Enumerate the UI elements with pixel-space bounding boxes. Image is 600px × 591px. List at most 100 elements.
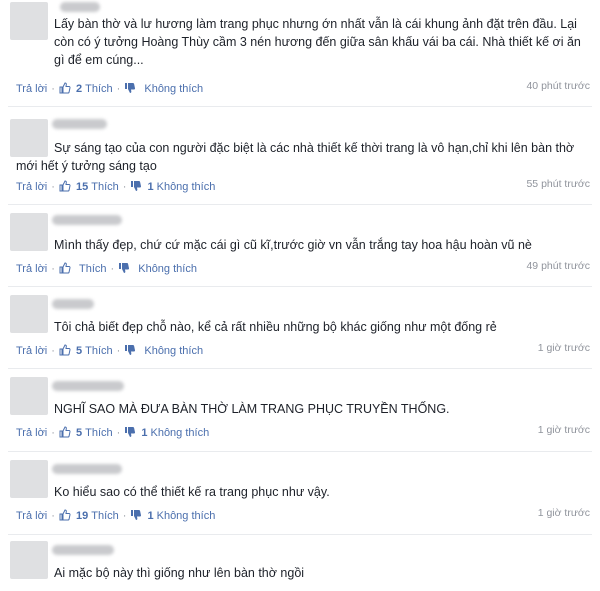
comment-item: Ko hiểu sao có thể thiết kế ra trang phụ…	[0, 452, 600, 534]
separator: ·	[122, 509, 127, 522]
author-name-redacted[interactable]	[52, 381, 124, 391]
reply-link[interactable]: Trả lời	[16, 181, 47, 193]
timestamp[interactable]: 55 phút trước	[526, 178, 590, 190]
reply-link[interactable]: Trả lời	[16, 345, 47, 357]
dislike-button[interactable]: 1 Không thích	[130, 509, 215, 522]
dislike-button[interactable]: Không thích	[124, 82, 203, 95]
dislike-button[interactable]: 1 Không thích	[124, 426, 209, 439]
timestamp[interactable]: 1 giờ trước	[538, 507, 590, 519]
author-name-redacted[interactable]	[60, 2, 100, 12]
separator: ·	[116, 82, 121, 95]
separator: ·	[51, 426, 55, 439]
author-name-redacted[interactable]	[52, 119, 107, 129]
reply-link[interactable]: Trả lời	[16, 510, 47, 522]
comment-actions: Trả lời · 15 Thích · 1 Không thích	[16, 180, 215, 193]
timestamp[interactable]: 49 phút trước	[526, 260, 590, 272]
like-count: 5	[75, 345, 83, 357]
avatar[interactable]	[10, 213, 48, 251]
like-count: 19	[75, 510, 89, 522]
separator: ·	[116, 426, 121, 439]
thumbs-up-icon	[59, 509, 71, 521]
author-name-redacted[interactable]	[52, 464, 122, 474]
thumbs-up-icon	[59, 82, 71, 94]
dislike-button[interactable]: 1 Không thích	[130, 180, 215, 193]
thumbs-down-icon	[125, 83, 136, 93]
dislike-label: Không thích	[156, 510, 216, 522]
separator: ·	[51, 82, 55, 95]
separator: ·	[51, 262, 55, 275]
timestamp[interactable]: 1 giờ trước	[538, 342, 590, 354]
comment-actions: Trả lời · 19 Thích · 1 Không thích	[16, 509, 215, 522]
author-name-redacted[interactable]	[52, 545, 114, 555]
thumbs-down-icon	[131, 181, 142, 191]
thumbs-down-icon	[131, 510, 142, 520]
like-button[interactable]: 5 Thích	[59, 344, 113, 357]
avatar[interactable]	[10, 541, 48, 579]
like-label: Thích	[91, 510, 119, 522]
like-button[interactable]: 19 Thích	[59, 509, 119, 522]
thumbs-down-icon	[125, 345, 136, 355]
reply-link[interactable]: Trả lời	[16, 263, 47, 275]
like-label: Thích	[85, 427, 113, 439]
like-button[interactable]: 15 Thích	[59, 180, 119, 193]
separator: ·	[116, 344, 121, 357]
timestamp[interactable]: 1 giờ trước	[538, 424, 590, 436]
comment-item: Tôi chả biết đẹp chỗ nào, kể cả rất nhiề…	[0, 287, 600, 367]
dislike-label: Không thích	[144, 83, 204, 95]
like-label: Thích	[78, 263, 107, 275]
dislike-button[interactable]: Không thích	[118, 262, 197, 275]
author-name-redacted[interactable]	[52, 215, 122, 225]
comment-text: Mình thấy đẹp, chứ cứ mặc cái gì cũ kĩ,t…	[54, 238, 532, 252]
thumbs-down-icon	[125, 427, 136, 437]
dislike-count: 1	[147, 181, 154, 193]
avatar[interactable]	[10, 460, 48, 498]
avatar[interactable]	[10, 377, 48, 415]
separator: ·	[110, 262, 115, 275]
dislike-label: Không thích	[138, 263, 197, 275]
like-count: 2	[75, 83, 83, 95]
like-button[interactable]: 5 Thích	[59, 426, 113, 439]
thumbs-up-icon	[59, 344, 71, 356]
comment-text: Sự sáng tạo của con người đặc biệt là cá…	[16, 141, 575, 173]
like-count: 5	[75, 427, 83, 439]
dislike-label: Không thích	[144, 345, 204, 357]
comment-actions: Trả lời · Thích · Không thích	[16, 262, 197, 275]
like-label: Thích	[85, 345, 113, 357]
comment-text: Ai mặc bộ này thì giống như lên bàn thờ …	[54, 566, 305, 580]
like-label: Thích	[91, 181, 119, 193]
comment-item: Mình thấy đẹp, chứ cứ mặc cái gì cũ kĩ,t…	[0, 205, 600, 285]
separator: ·	[122, 180, 127, 193]
separator: ·	[51, 180, 55, 193]
comment-text: Ko hiểu sao có thể thiết kế ra trang phụ…	[54, 485, 330, 499]
thumbs-up-icon	[59, 426, 71, 438]
comment-actions: Trả lời · 5 Thích · 1 Không thích	[16, 426, 209, 439]
comment-text: Tôi chả biết đẹp chỗ nào, kể cả rất nhiề…	[54, 320, 497, 334]
like-label: Thích	[85, 83, 113, 95]
dislike-label: Không thích	[156, 181, 216, 193]
timestamp[interactable]: 40 phút trước	[526, 80, 590, 92]
thumbs-up-icon	[59, 180, 71, 192]
separator: ·	[51, 344, 55, 357]
separator: ·	[51, 509, 55, 522]
dislike-label: Không thích	[150, 427, 210, 439]
comment-actions: Trả lời · 5 Thích · Không thích	[16, 344, 203, 357]
comment-item: NGHĨ SAO MÀ ĐƯA BÀN THỜ LÀM TRANG PHỤC T…	[0, 369, 600, 451]
like-button[interactable]: 2 Thích	[59, 82, 113, 95]
comment-item: Ai mặc bộ này thì giống như lên bàn thờ …	[0, 535, 600, 591]
avatar[interactable]	[10, 295, 48, 333]
dislike-button[interactable]: Không thích	[124, 344, 203, 357]
dislike-count: 1	[147, 510, 154, 522]
author-name-redacted[interactable]	[52, 299, 94, 309]
comment-text: NGHĨ SAO MÀ ĐƯA BÀN THỜ LÀM TRANG PHỤC T…	[54, 402, 450, 416]
like-count: 15	[75, 181, 89, 193]
reply-link[interactable]: Trả lời	[16, 427, 47, 439]
avatar[interactable]	[10, 2, 48, 40]
like-button[interactable]: Thích	[59, 262, 107, 275]
comment-item: Sự sáng tạo của con người đặc biệt là cá…	[0, 107, 600, 202]
thumbs-up-icon	[59, 262, 71, 274]
dislike-count: 1	[141, 427, 148, 439]
comment-actions: Trả lời · 2 Thích · Không thích	[16, 82, 203, 95]
comment-text: Lấy bàn thờ và lư hương làm trang phục n…	[54, 17, 581, 67]
comment-item: Lấy bàn thờ và lư hương làm trang phục n…	[0, 0, 600, 104]
reply-link[interactable]: Trả lời	[16, 83, 47, 95]
